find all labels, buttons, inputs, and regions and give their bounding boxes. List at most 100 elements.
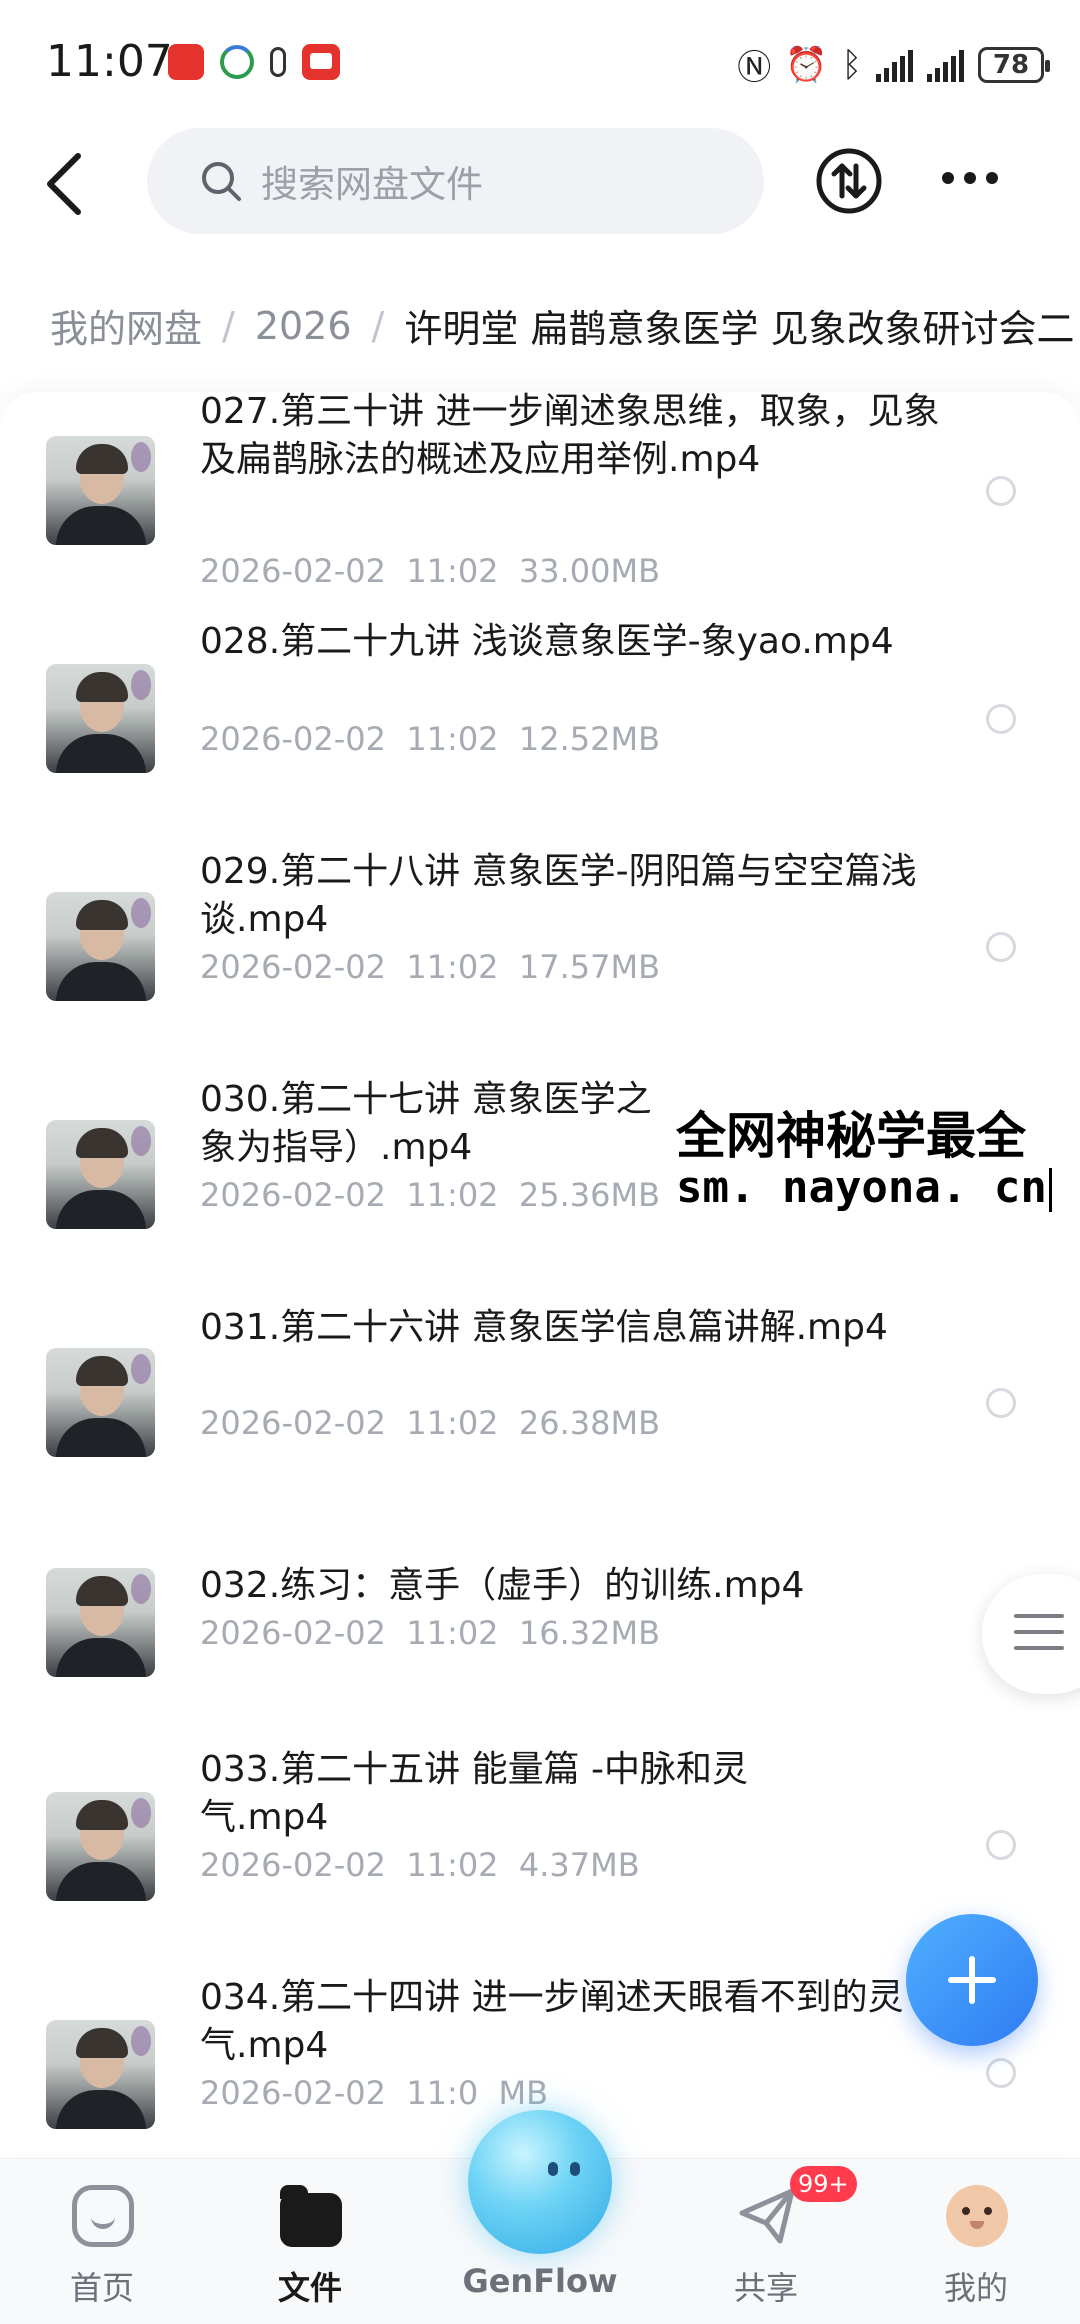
select-radio[interactable] (986, 1388, 1016, 1418)
nav-label-share: 共享 (733, 2269, 798, 2307)
transfer-icon (816, 148, 882, 214)
watermark-overlay: 全网神秘学最全 sm. nayona. cn (676, 1096, 1080, 1226)
file-date: 2026-02-02 (200, 1846, 386, 1884)
nav-label-files: 文件 (277, 2269, 342, 2307)
status-notification-icons (168, 44, 340, 80)
signal-icon (927, 48, 964, 82)
file-name: 034.第二十四讲 进一步阐述天眼看不到的灵气.mp4 (200, 1977, 904, 2066)
search-icon (202, 162, 241, 201)
video-thumbnail (46, 1568, 155, 1677)
file-name: 032.练习：意手（虚手）的训练.mp4 (200, 1565, 805, 1606)
file-date: 2026-02-02 (200, 720, 386, 758)
status-time: 11:07 (46, 36, 173, 87)
nav-item-files[interactable]: 文件 (220, 2159, 400, 2324)
breadcrumb-separator: / (371, 303, 385, 348)
file-date: 2026-02-02 (200, 1404, 386, 1442)
file-meta: 2026-02-02 11:02 25.36MB (200, 1176, 660, 1214)
select-radio[interactable] (986, 476, 1016, 506)
transfer-button[interactable] (814, 146, 884, 216)
select-radio[interactable] (986, 704, 1016, 734)
status-bar: 11:07 Ⓝ ⏰ ᛒ 78 (0, 0, 1080, 120)
home-icon (72, 2185, 134, 2247)
file-size: MB (498, 2074, 549, 2112)
file-size: 26.38MB (518, 1404, 661, 1442)
breadcrumb-current-folder: 许明堂 扁鹊意象医学 见象改象研讨会二 (404, 307, 1075, 351)
file-list: 027.第三十讲 进一步阐述象思维，取象，见象及扁鹊脉法的概述及应用举例.mp4… (0, 392, 1080, 2152)
menu-lines-icon (1014, 1614, 1064, 1618)
file-time: 11:02 (406, 1846, 499, 1884)
nav-label-home: 首页 (69, 2269, 134, 2307)
file-meta: 2026-02-02 11:02 33.00MB (200, 552, 660, 590)
avatar-icon (946, 2185, 1008, 2247)
status-system-icons: Ⓝ ⏰ ᛒ 78 (737, 40, 1050, 89)
file-time: 11:02 (406, 552, 499, 590)
file-name: 029.第二十八讲 意象医学-阴阳篇与空空篇浅谈.mp4 (200, 851, 917, 940)
video-thumbnail (46, 1792, 155, 1901)
file-date: 2026-02-02 (200, 1176, 386, 1214)
share-plane-icon (736, 2185, 798, 2247)
small-app-icon (270, 47, 286, 77)
file-meta: 2026-02-02 11:02 17.57MB (200, 948, 660, 986)
add-button[interactable] (906, 1914, 1038, 2046)
select-radio[interactable] (986, 932, 1016, 962)
file-size: 4.37MB (518, 1846, 640, 1884)
file-time: 11:02 (406, 1614, 499, 1652)
file-date: 2026-02-02 (200, 1614, 386, 1652)
watermark-title: 全网神秘学最全 (676, 1107, 1026, 1165)
red-app-icon (302, 44, 340, 80)
battery-icon: 78 (978, 46, 1050, 83)
signal-icon (876, 48, 913, 82)
nav-item-home[interactable]: 首页 (12, 2159, 192, 2324)
bluetooth-icon: ᛒ (841, 44, 862, 85)
video-thumbnail (46, 436, 155, 545)
file-date: 2026-02-02 (200, 2074, 386, 2112)
file-meta: 2026-02-02 11:0 MB (200, 2074, 548, 2112)
nav-label-genflow[interactable]: GenFlow (440, 2262, 640, 2300)
breadcrumb-item-2026[interactable]: 2026 (255, 304, 352, 348)
file-time: 11:02 (406, 720, 499, 758)
nav-label-me: 我的 (943, 2269, 1008, 2307)
file-time: 11:0 (406, 2074, 479, 2112)
video-thumbnail (46, 2020, 155, 2129)
video-thumbnail (46, 1348, 155, 1457)
nfc-icon: Ⓝ (737, 48, 772, 88)
file-size: 25.36MB (518, 1176, 661, 1214)
file-time: 11:02 (406, 1404, 499, 1442)
search-placeholder: 搜索网盘文件 (261, 163, 483, 206)
video-thumbnail (46, 1120, 155, 1229)
file-meta: 2026-02-02 11:02 16.32MB (200, 1614, 660, 1652)
genflow-mascot-icon[interactable] (468, 2110, 612, 2254)
more-button[interactable] (942, 172, 998, 184)
huawei-app-icon (168, 44, 204, 80)
file-size: 33.00MB (518, 552, 661, 590)
file-meta: 2026-02-02 11:02 12.52MB (200, 720, 660, 758)
share-notification-badge: 99+ (790, 2166, 857, 2202)
file-date: 2026-02-02 (200, 948, 386, 986)
video-thumbnail (46, 892, 155, 1001)
file-name: 028.第二十九讲 浅谈意象医学-象yao.mp4 (200, 621, 894, 662)
alarm-icon: ⏰ (785, 44, 828, 85)
file-time: 11:02 (406, 948, 499, 986)
file-size: 16.32MB (518, 1614, 661, 1652)
breadcrumb-item-my-drive[interactable]: 我的网盘 (50, 298, 202, 353)
file-name: 030.第二十七讲 意象医学之 (200, 1079, 652, 1120)
search-input[interactable]: 搜索网盘文件 (147, 128, 764, 234)
back-button[interactable] (40, 148, 90, 220)
nav-item-me[interactable]: 我的 (886, 2159, 1066, 2324)
file-date: 2026-02-02 (200, 552, 386, 590)
file-meta: 2026-02-02 11:02 4.37MB (200, 1846, 640, 1884)
back-icon (47, 153, 81, 215)
file-name: 031.第二十六讲 意象医学信息篇讲解.mp4 (200, 1307, 888, 1348)
select-radio[interactable] (986, 1830, 1016, 1860)
watermark-url: sm. nayona. cn (676, 1162, 1052, 1213)
breadcrumb-separator: / (222, 303, 235, 348)
file-size: 17.57MB (518, 948, 661, 986)
cloud-drive-file-list-screen: 11:07 Ⓝ ⏰ ᛒ 78 搜索网盘文件 我的网盘 / 2026 / 许明堂 … (0, 0, 1080, 2324)
breadcrumb: 我的网盘 / 2026 / 许明堂 扁鹊意象医学 见象改象研讨会二 (50, 298, 1075, 353)
select-radio[interactable] (986, 2058, 1016, 2088)
more-icon (942, 172, 954, 184)
file-name: 027.第三十讲 进一步阐述象思维，取象，见象及扁鹊脉法的概述及应用举例.mp4 (200, 392, 940, 480)
folder-icon (280, 2185, 342, 2247)
watermark-url-text: sm. nayona. cn (676, 1162, 1047, 1213)
file-name: 033.第二十五讲 能量篇 -中脉和灵气.mp4 (200, 1749, 749, 1838)
